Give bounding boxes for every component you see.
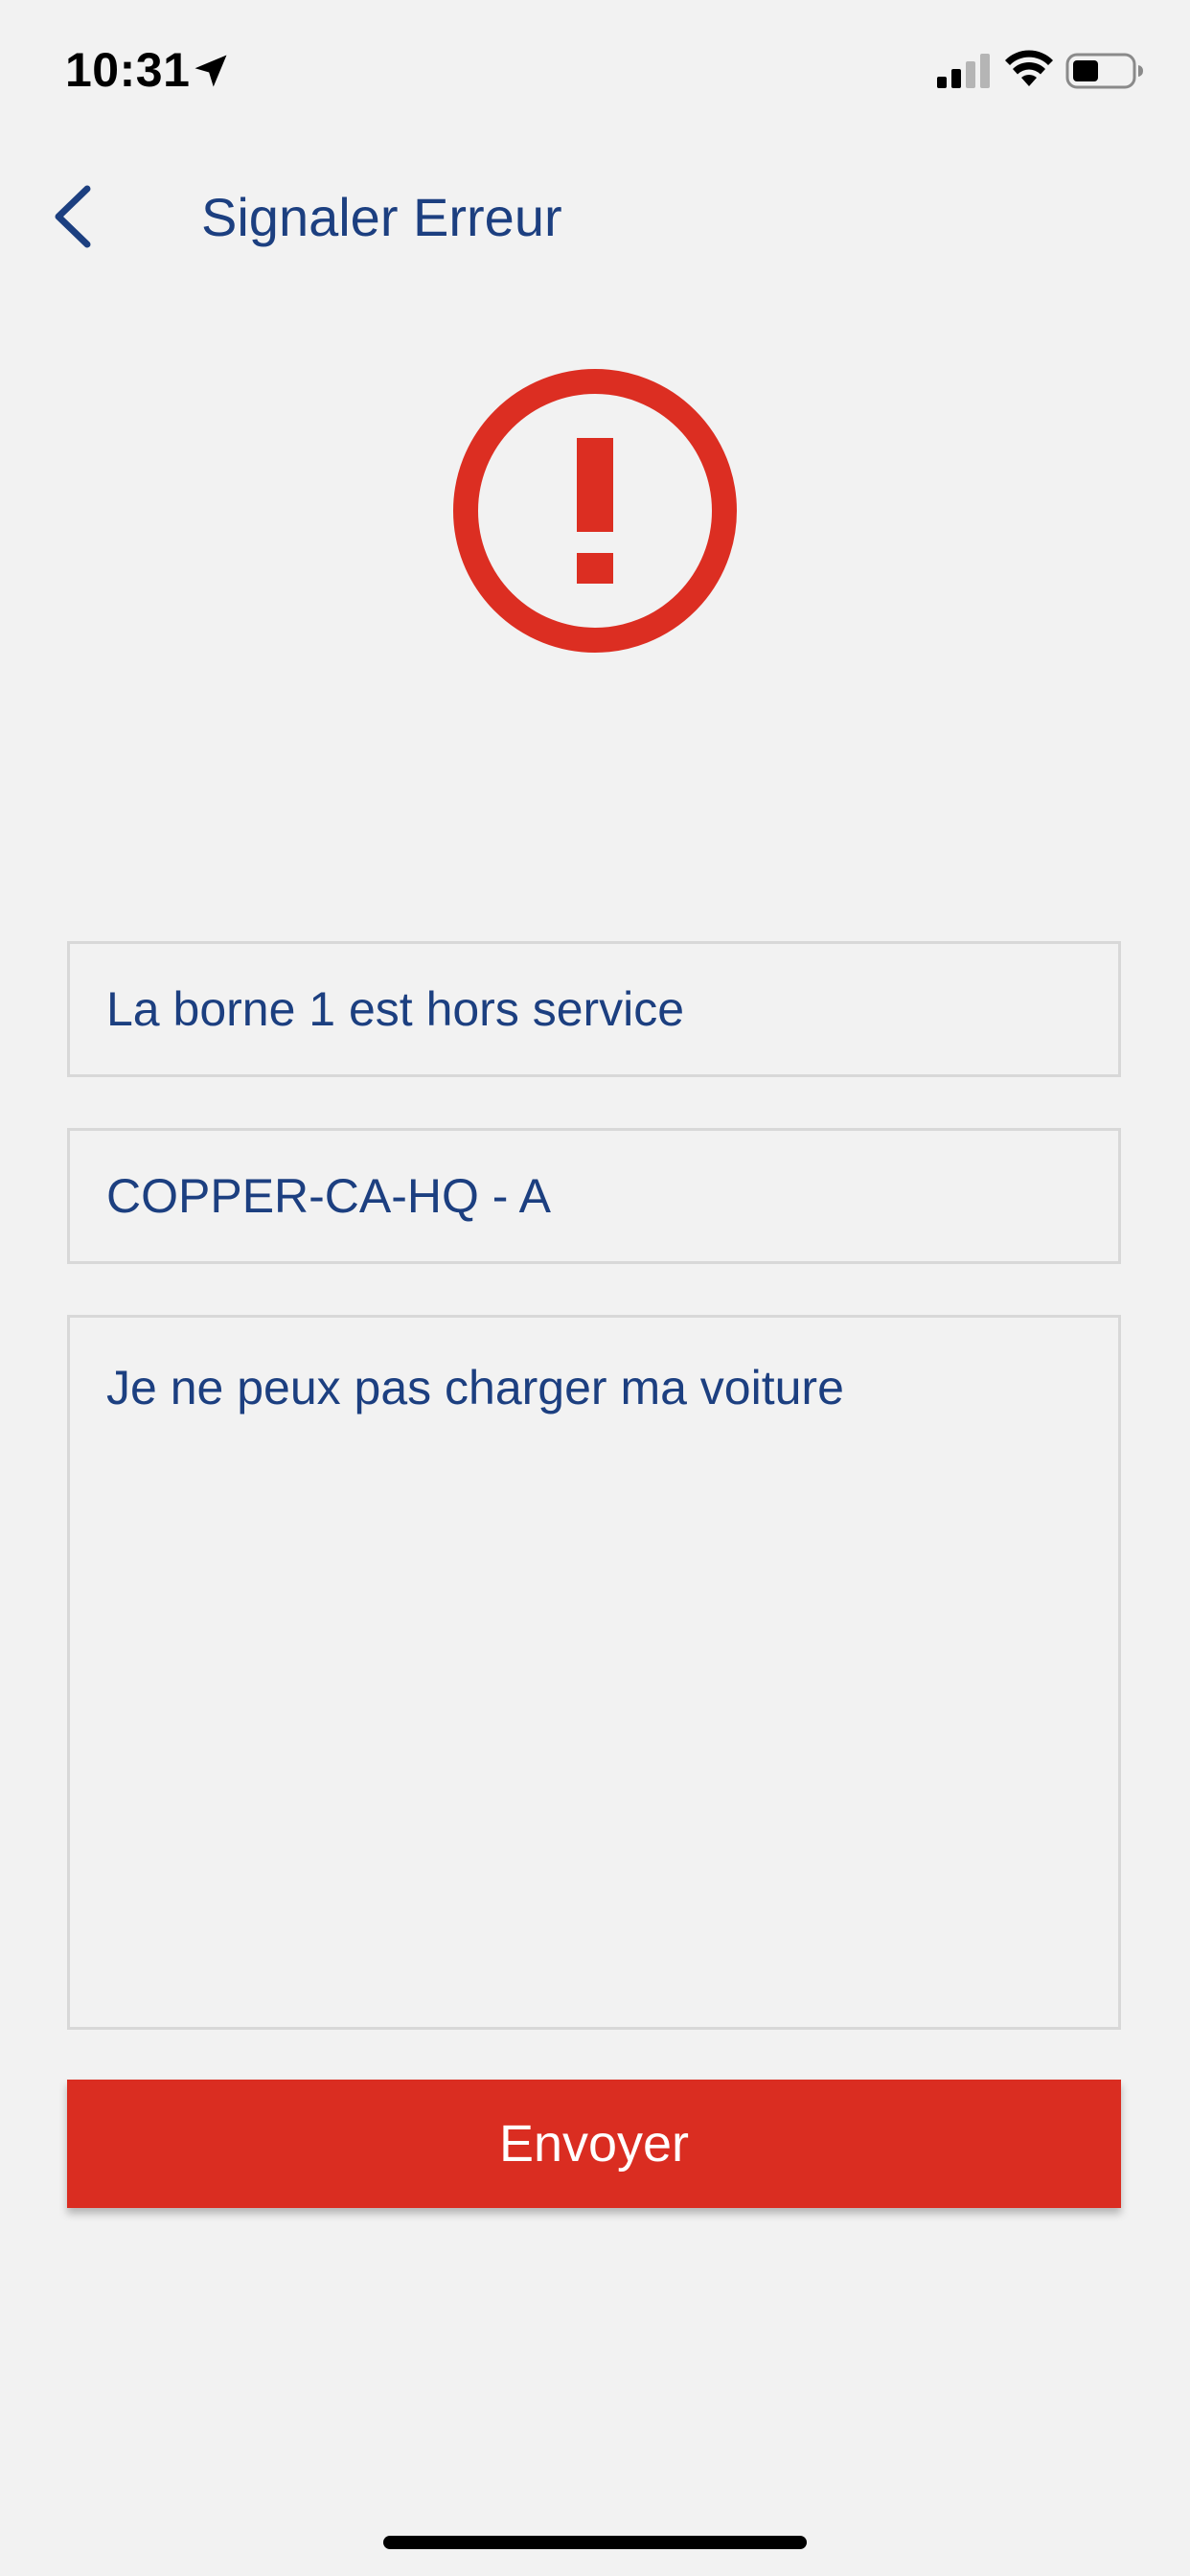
chevron-left-icon bbox=[55, 185, 91, 248]
location-arrow-icon bbox=[195, 55, 227, 87]
send-button[interactable]: Envoyer bbox=[67, 2080, 1121, 2208]
error-title-input[interactable] bbox=[67, 941, 1121, 1077]
exclamation-circle-icon bbox=[453, 369, 737, 653]
wifi-icon bbox=[1005, 50, 1053, 86]
status-time: 10:31 bbox=[65, 43, 191, 97]
home-indicator[interactable] bbox=[383, 2536, 807, 2549]
back-button[interactable] bbox=[38, 178, 105, 255]
page-title: Signaler Erreur bbox=[201, 187, 562, 247]
cellular-signal-icon bbox=[937, 54, 990, 88]
battery-icon bbox=[1065, 53, 1143, 89]
status-bar: 10:31 bbox=[0, 0, 1190, 134]
report-error-screen: 10:31 Signaler Erreur La borne 1 est hor… bbox=[0, 0, 1190, 2576]
station-input[interactable] bbox=[67, 1128, 1121, 1264]
message-textarea[interactable]: Je ne peux pas charger ma voiture bbox=[67, 1315, 1121, 2030]
